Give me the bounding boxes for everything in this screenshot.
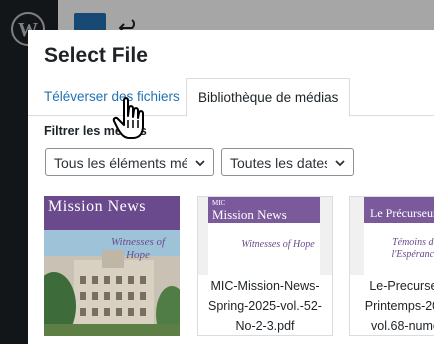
cover-title: Mission News [48, 198, 147, 215]
attachment-filename: Le-Precurseur-Printemps-2025-vol.68-nume… [350, 275, 434, 335]
cover-caption: Témoins de l'Espérance [391, 237, 434, 260]
date-filter-value: Toutes les dates [230, 155, 327, 171]
cover-caption: Witnesses of Hope [110, 236, 166, 261]
attachment-thumbnail [44, 196, 180, 336]
tab-media-library[interactable]: Bibliothèque de médias [186, 78, 351, 117]
date-filter-select[interactable]: Toutes les dates [221, 148, 354, 176]
media-type-filter-select[interactable]: Tous les éléments média [45, 148, 214, 176]
cover-caption: Witnesses of Hope [241, 239, 315, 250]
modal-title: Select File [44, 44, 148, 67]
attachment-thumbnail: Le Précurseur Témoins de l'Espérance [350, 197, 434, 275]
attachment-item[interactable]: Le Précurseur Témoins de l'Espérance Le-… [349, 196, 434, 336]
attachment-item[interactable]: Mission News Witnesses of Hope [44, 196, 180, 336]
cover-title: Mission News [212, 207, 287, 222]
cover-prefix: MIC [212, 199, 226, 207]
attachment-thumbnail: MIC Mission News Witnesses of Hope [198, 197, 332, 275]
media-tabs: Téléverser des fichiers Bibliothèque de … [28, 78, 434, 117]
chevron-down-icon [335, 160, 345, 167]
media-type-filter-value: Tous les éléments média [54, 155, 187, 171]
attachment-item[interactable]: MIC Mission News Witnesses of Hope MIC-M… [197, 196, 333, 336]
hand-pointer-icon [112, 97, 144, 139]
media-modal: Select File Téléverser des fichiers Bibl… [28, 30, 434, 344]
cover-title: Le Précurseur [370, 206, 434, 220]
chevron-down-icon [195, 160, 205, 167]
attachment-filename: MIC-Mission-News-Spring-2025-vol.-52-No-… [198, 275, 332, 335]
